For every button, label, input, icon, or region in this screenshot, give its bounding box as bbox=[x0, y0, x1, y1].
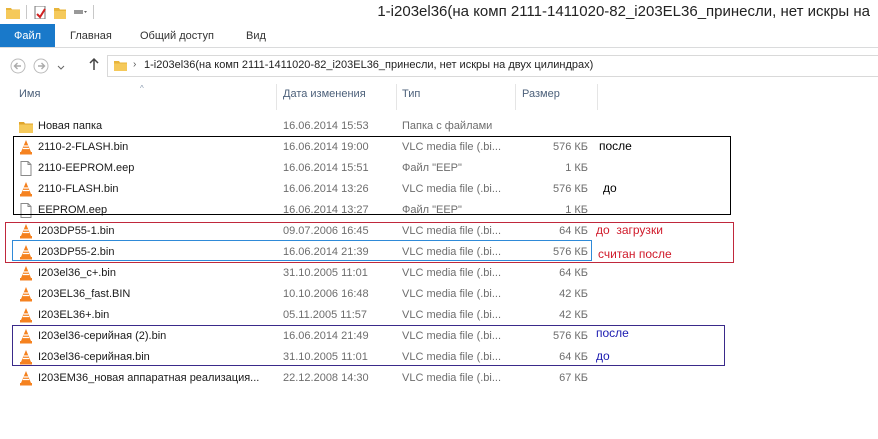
vlc-icon bbox=[20, 287, 32, 302]
vlc-icon bbox=[20, 329, 32, 344]
vlc-icon bbox=[20, 140, 32, 155]
list-item[interactable]: I203el36-серийная.bin 31.10.2005 11:01 V… bbox=[0, 347, 878, 368]
list-item[interactable]: I203EL36_fast.BIN 10.10.2006 16:48 VLC m… bbox=[0, 284, 878, 305]
vlc-icon bbox=[20, 266, 32, 281]
annotation-note: до bbox=[603, 181, 617, 195]
column-divider[interactable] bbox=[515, 84, 516, 110]
list-item[interactable]: I203EL36+.bin 05.11.2005 11:57 VLC media… bbox=[0, 305, 878, 326]
qat-customize-icon[interactable] bbox=[73, 6, 87, 19]
title-bar: 1-i203el36(на комп 2111-1411020-82_i203E… bbox=[0, 0, 878, 24]
properties-icon[interactable] bbox=[33, 5, 47, 19]
column-header-size[interactable]: Размер bbox=[522, 88, 560, 108]
column-header-name[interactable]: Имя bbox=[19, 88, 40, 108]
tab-share[interactable]: Общий доступ bbox=[140, 24, 214, 47]
sort-ascending-icon: ^ bbox=[140, 84, 144, 93]
back-arrow-icon[interactable] bbox=[10, 58, 26, 77]
list-item[interactable]: I203DP55-2.bin 16.06.2014 21:39 VLC medi… bbox=[0, 242, 878, 263]
recent-locations-chevron-icon[interactable] bbox=[57, 61, 65, 75]
toolbar-separator bbox=[93, 5, 94, 19]
vlc-icon bbox=[20, 371, 32, 386]
breadcrumb-chevron-icon[interactable]: › bbox=[133, 59, 136, 70]
column-header-date[interactable]: Дата изменения bbox=[283, 88, 366, 108]
column-divider[interactable] bbox=[276, 84, 277, 110]
list-item[interactable]: 2110-2-FLASH.bin 16.06.2014 19:00 VLC me… bbox=[0, 137, 878, 158]
vlc-icon bbox=[20, 245, 32, 260]
vlc-icon bbox=[20, 350, 32, 365]
annotation-note: до bbox=[596, 349, 610, 363]
address-bar[interactable]: › 1-i203el36(на комп 2111-1411020-82_i20… bbox=[107, 55, 878, 77]
list-item[interactable]: 2110-FLASH.bin 16.06.2014 13:26 VLC medi… bbox=[0, 179, 878, 200]
breadcrumb[interactable]: 1-i203el36(на комп 2111-1411020-82_i203E… bbox=[144, 59, 593, 71]
window-title: 1-i203el36(на комп 2111-1411020-82_i203E… bbox=[377, 3, 870, 20]
vlc-icon bbox=[20, 308, 32, 323]
annotation-note: после bbox=[599, 139, 632, 153]
column-header-type[interactable]: Тип bbox=[402, 88, 420, 108]
annotation-note: считан после bbox=[598, 247, 672, 261]
folder-icon bbox=[6, 7, 20, 19]
folder-icon bbox=[114, 61, 127, 71]
forward-arrow-icon[interactable] bbox=[33, 58, 49, 77]
ribbon: Файл Главная Общий доступ Вид bbox=[0, 24, 878, 48]
file-icon bbox=[20, 203, 32, 218]
list-item[interactable]: EEPROM.eep 16.06.2014 13:27 Файл "EEP" 1… bbox=[0, 200, 878, 221]
list-item[interactable]: I203el36_c+.bin 31.10.2005 11:01 VLC med… bbox=[0, 263, 878, 284]
list-item[interactable]: I203EM36_новая аппаратная реализация... … bbox=[0, 368, 878, 389]
list-item[interactable]: I203DP55-1.bin 09.07.2006 16:45 VLC medi… bbox=[0, 221, 878, 242]
tab-home[interactable]: Главная bbox=[70, 24, 112, 47]
annotation-note: после bbox=[596, 326, 629, 340]
column-divider[interactable] bbox=[396, 84, 397, 110]
annotation-note: до загрузки bbox=[596, 223, 663, 237]
vlc-icon bbox=[20, 182, 32, 197]
vlc-icon bbox=[20, 224, 32, 239]
toolbar-separator bbox=[26, 5, 27, 19]
up-arrow-icon[interactable] bbox=[88, 57, 100, 74]
list-item[interactable]: Новая папка 16.06.2014 15:53 Папка с фай… bbox=[0, 116, 878, 137]
list-item[interactable]: I203el36-серийная (2).bin 16.06.2014 21:… bbox=[0, 326, 878, 347]
list-item[interactable]: 2110-EEPROM.eep 16.06.2014 15:51 Файл "E… bbox=[0, 158, 878, 179]
quick-access-toolbar bbox=[0, 2, 94, 22]
tab-view[interactable]: Вид bbox=[246, 24, 266, 47]
file-icon bbox=[20, 161, 32, 176]
new-folder-icon[interactable] bbox=[53, 6, 67, 19]
folder-icon bbox=[19, 122, 33, 133]
column-divider[interactable] bbox=[597, 84, 598, 110]
tab-file[interactable]: Файл bbox=[0, 24, 55, 47]
